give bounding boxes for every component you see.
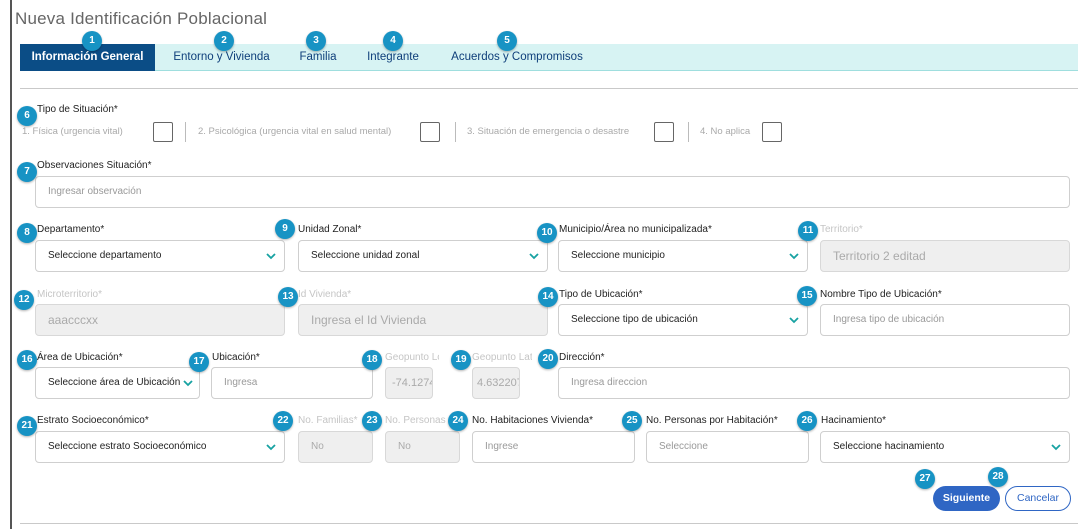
step-badge: 26 <box>797 411 817 431</box>
area-ubicacion-select[interactable]: Seleccione área de Ubicación <box>35 367 200 399</box>
hacinamiento-value: Seleccione hacinamiento <box>833 441 945 452</box>
situacion-option-3-checkbox[interactable] <box>654 122 674 142</box>
tipo-ubicacion-select[interactable]: Seleccione tipo de ubicación <box>558 304 808 336</box>
estrato-select[interactable]: Seleccione estrato Socioeconómico <box>35 431 285 463</box>
microterritorio-field: aaacccxx <box>35 304 285 336</box>
step-badge: 23 <box>362 411 382 431</box>
direccion-label: Dirección* <box>559 352 605 363</box>
step-badge: 16 <box>17 350 37 370</box>
no-habitaciones-input[interactable]: Ingrese <box>472 431 635 463</box>
tab-bar: Información General Entorno y Vivienda F… <box>20 44 1078 71</box>
situacion-option-1-checkbox[interactable] <box>153 122 173 142</box>
hacinamiento-label: Hacinamiento* <box>821 415 887 426</box>
step-badge: 3 <box>306 31 326 51</box>
territorio-label: Territorio* <box>820 224 863 235</box>
territorio-field: Territorio 2 editad <box>820 240 1070 272</box>
cancelar-button[interactable]: Cancelar <box>1005 486 1071 511</box>
chevron-down-icon <box>1051 444 1061 451</box>
step-badge: 19 <box>451 350 471 370</box>
geopunto-lon-field: -74.127483 <box>385 367 433 399</box>
situacion-option-2-label: 2. Psicológica (urgencia vital en salud … <box>198 126 392 137</box>
step-badge: 8 <box>17 223 37 243</box>
chevron-down-icon <box>266 253 276 260</box>
no-personas-label: No. Personas <box>385 415 446 426</box>
separator <box>455 122 456 142</box>
no-personas-field: No <box>385 431 460 463</box>
separator <box>185 122 186 142</box>
microterritorio-label: Microterritorio* <box>37 289 103 300</box>
tipo-ubicacion-label: Tipo de Ubicación* <box>559 289 643 300</box>
geopunto-lon-label: Geopunto Lon <box>385 352 439 363</box>
ubicacion-input[interactable]: Ingresa <box>211 367 373 399</box>
hacinamiento-select[interactable]: Seleccione hacinamiento <box>820 431 1070 463</box>
departamento-value: Seleccione departamento <box>48 250 162 261</box>
direccion-input[interactable]: Ingresa direccion <box>558 367 1070 399</box>
step-badge: 15 <box>797 286 817 306</box>
page-title: Nueva Identificación Poblacional <box>15 9 268 28</box>
step-badge: 2 <box>214 31 234 51</box>
estrato-value: Seleccione estrato Socioeconómico <box>48 441 207 452</box>
step-badge: 6 <box>17 106 37 126</box>
chevron-down-icon <box>789 317 799 324</box>
step-badge: 22 <box>273 411 293 431</box>
step-badge: 11 <box>798 221 818 241</box>
situacion-option-4-label: 4. No aplica <box>700 126 751 137</box>
siguiente-button[interactable]: Siguiente <box>933 486 1000 511</box>
geopunto-lat-label: Geopunto Lat <box>472 352 532 363</box>
tipo-situacion-label: Tipo de Situación* <box>37 104 118 115</box>
chevron-down-icon <box>266 444 276 451</box>
step-badge: 18 <box>362 350 382 370</box>
personas-por-habitacion-input[interactable]: Seleccione <box>646 431 809 463</box>
step-badge: 14 <box>538 287 558 307</box>
step-badge: 7 <box>17 162 37 182</box>
nombre-tipo-ubicacion-label: Nombre Tipo de Ubicación* <box>820 289 942 300</box>
tab-acuerdos[interactable]: Acuerdos y Compromisos <box>442 44 592 71</box>
ubicacion-label: Ubicación* <box>212 352 260 363</box>
separator <box>688 122 689 142</box>
unidad-zonal-select[interactable]: Seleccione unidad zonal <box>298 240 548 272</box>
step-badge: 24 <box>448 411 468 431</box>
departamento-select[interactable]: Seleccione departamento <box>35 240 285 272</box>
municipio-select[interactable]: Seleccione municipio <box>558 240 808 272</box>
personas-por-habitacion-label: No. Personas por Habitación* <box>646 415 778 426</box>
step-badge: 4 <box>383 31 403 51</box>
departamento-label: Departamento* <box>37 224 105 235</box>
step-badge: 13 <box>278 287 298 307</box>
unidad-zonal-label: Unidad Zonal* <box>298 224 362 235</box>
step-badge: 1 <box>82 31 102 51</box>
step-badge: 28 <box>988 467 1008 487</box>
situacion-option-3-label: 3. Situación de emergencia o desastre <box>467 126 630 137</box>
geopunto-lat-field: 4.632207 <box>472 367 520 399</box>
municipio-label: Municipio/Área no municipalizada* <box>559 224 712 235</box>
no-habitaciones-label: No. Habitaciones Vivienda* <box>472 415 594 426</box>
step-badge: 21 <box>17 416 37 436</box>
no-familias-field: No <box>298 431 373 463</box>
chevron-down-icon <box>183 378 193 388</box>
step-badge: 12 <box>14 290 34 310</box>
estrato-label: Estrato Socioeconómico* <box>37 415 149 426</box>
tipo-ubicacion-value: Seleccione tipo de ubicación <box>571 314 698 325</box>
nombre-tipo-ubicacion-input[interactable]: Ingresa tipo de ubicación <box>820 304 1070 336</box>
situacion-option-4-checkbox[interactable] <box>762 122 782 142</box>
no-familias-label: No. Familias* <box>298 415 358 426</box>
step-badge: 10 <box>537 223 557 243</box>
observaciones-input[interactable]: Ingresar observación <box>35 176 1070 208</box>
situacion-option-1-label: 1. Física (urgencia vital) <box>22 126 123 137</box>
step-badge: 9 <box>275 219 295 239</box>
area-ubicacion-label: Área de Ubicación* <box>37 352 123 363</box>
id-vivienda-field: Ingresa el Id Vivienda <box>298 304 548 336</box>
situacion-option-2-checkbox[interactable] <box>420 122 440 142</box>
observaciones-label: Observaciones Situación* <box>37 160 152 171</box>
chevron-down-icon <box>529 253 539 260</box>
step-badge: 25 <box>622 411 642 431</box>
area-ubicacion-value: Seleccione área de Ubicación <box>48 377 181 388</box>
chevron-down-icon <box>789 253 799 260</box>
step-badge: 27 <box>915 469 935 489</box>
step-badge: 17 <box>189 352 209 372</box>
step-badge: 20 <box>538 349 558 369</box>
municipio-value: Seleccione municipio <box>571 250 665 261</box>
step-badge: 5 <box>497 31 517 51</box>
id-vivienda-label: Id Vivienda* <box>298 289 352 300</box>
unidad-zonal-value: Seleccione unidad zonal <box>311 250 420 261</box>
